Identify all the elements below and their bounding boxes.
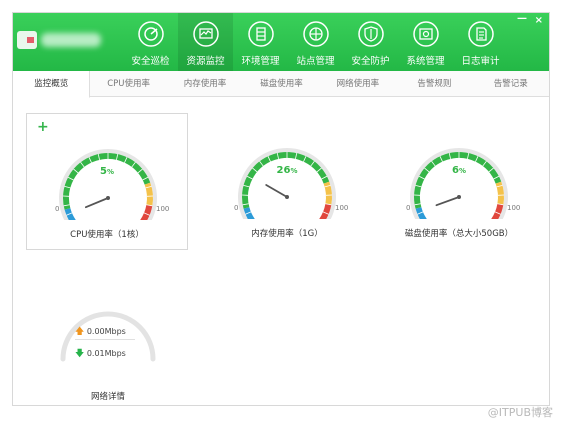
network-card[interactable]: 🡅 0.00Mbps 🡇 0.01Mbps 网络详情 xyxy=(53,291,163,402)
gauge-needle-hub xyxy=(106,196,110,200)
memory-gauge-title: 内存使用率（1G） xyxy=(251,229,323,239)
gauge-segment xyxy=(140,204,153,220)
cpu-gauge xyxy=(59,149,157,220)
nav-item-system[interactable]: 系统管理 xyxy=(398,13,453,71)
download-arrow-icon: 🡇 xyxy=(75,349,85,359)
close-button[interactable]: × xyxy=(535,15,543,26)
tab-alert-rules[interactable]: 告警规则 xyxy=(396,71,472,96)
gauge-number: 6 xyxy=(452,165,459,176)
tab-memory-usage[interactable]: 内存使用率 xyxy=(167,71,243,96)
gauge-segment xyxy=(319,203,332,219)
nav-label: 环境管理 xyxy=(241,56,280,67)
upload-arrow-icon: 🡅 xyxy=(75,327,85,337)
memory-gauge-card[interactable]: 26% 0 100 内存使用率（1G） xyxy=(206,113,368,250)
nav-item-environment[interactable]: 环境管理 xyxy=(233,13,288,71)
network-upload: 🡅 0.00Mbps xyxy=(75,324,126,340)
app-logo xyxy=(13,27,109,57)
app-window: 安全巡检 资源监控 环境管理 站点管理 安全防护 系统管理 日志审计 — × 监… xyxy=(12,12,550,406)
gauge-needle-hub xyxy=(457,195,461,199)
disk-gauge-title: 磁盘使用率（总大小50GB） xyxy=(404,229,514,239)
main-nav: 安全巡检 资源监控 环境管理 站点管理 安全防护 系统管理 日志审计 xyxy=(123,13,508,71)
gauge-unit: % xyxy=(290,167,298,175)
gauge-needle xyxy=(435,196,460,207)
system-icon xyxy=(412,21,439,47)
nav-label: 日志审计 xyxy=(461,56,500,67)
shield-icon xyxy=(357,21,384,47)
monitor-icon xyxy=(192,21,219,47)
top-toolbar: 安全巡检 资源监控 环境管理 站点管理 安全防护 系统管理 日志审计 — × xyxy=(13,13,549,71)
disk-gauge-value: 6% xyxy=(378,165,540,176)
minimize-button[interactable]: — xyxy=(517,13,527,24)
network-divider xyxy=(75,339,135,340)
gauge-min-label: 0 xyxy=(406,204,411,212)
environment-icon xyxy=(247,21,274,47)
watermark: @ITPUB博客 xyxy=(487,406,553,419)
nav-item-security-patrol[interactable]: 安全巡检 xyxy=(123,13,178,71)
tab-alert-records[interactable]: 告警记录 xyxy=(473,71,549,96)
gauge-min-label: 0 xyxy=(55,205,60,213)
cpu-gauge-title: CPU使用率（1核） xyxy=(70,230,144,240)
disk-gauge xyxy=(410,148,508,219)
gauge-number: 5 xyxy=(100,166,107,177)
gauge-max-label: 100 xyxy=(507,204,521,212)
tab-cpu-usage[interactable]: CPU使用率 xyxy=(90,71,166,96)
sub-tabs: 监控概览 CPU使用率 内存使用率 磁盘使用率 网络使用率 告警规则 告警记录 xyxy=(13,71,549,98)
logo-icon xyxy=(17,31,37,49)
memory-gauge xyxy=(238,148,336,219)
gauge-segment xyxy=(491,203,504,219)
nav-item-resource-monitor[interactable]: 资源监控 xyxy=(178,13,233,71)
gauge-number: 26 xyxy=(276,165,291,176)
gauge-outer-ring xyxy=(410,148,508,219)
gauge-needle-hub xyxy=(285,195,289,199)
disk-gauge-card[interactable]: 6% 0 100 磁盘使用率（总大小50GB） xyxy=(378,113,540,250)
logo-text-blurred xyxy=(41,33,101,47)
tab-overview[interactable]: 监控概览 xyxy=(13,71,91,98)
nav-item-site[interactable]: 站点管理 xyxy=(288,13,343,71)
gauge-outer-ring xyxy=(59,149,157,220)
site-icon xyxy=(302,21,329,47)
gauge-needle xyxy=(265,184,288,198)
gauge-needle xyxy=(84,197,109,209)
nav-label: 安全防护 xyxy=(351,56,390,67)
log-icon xyxy=(467,21,494,47)
cpu-gauge-value: 5% xyxy=(27,166,187,177)
memory-gauge-value: 26% xyxy=(206,165,368,176)
gauge-unit: % xyxy=(106,168,114,176)
tab-network-usage[interactable]: 网络使用率 xyxy=(320,71,396,96)
nav-label: 系统管理 xyxy=(406,56,445,67)
gauge-min-label: 0 xyxy=(234,204,239,212)
patrol-icon xyxy=(137,21,164,47)
network-download: 🡇 0.01Mbps xyxy=(75,346,126,362)
add-icon[interactable]: + xyxy=(37,120,49,134)
nav-item-log-audit[interactable]: 日志审计 xyxy=(453,13,508,71)
nav-label: 安全巡检 xyxy=(131,56,170,67)
nav-label: 资源监控 xyxy=(186,56,225,67)
nav-item-security-protection[interactable]: 安全防护 xyxy=(343,13,398,71)
gauge-max-label: 100 xyxy=(156,205,170,213)
nav-label: 站点管理 xyxy=(296,56,335,67)
network-title: 网络详情 xyxy=(90,392,125,402)
gauge-outer-ring xyxy=(238,148,336,219)
download-speed: 0.01Mbps xyxy=(86,349,126,358)
gauge-unit: % xyxy=(458,167,466,175)
tab-disk-usage[interactable]: 磁盘使用率 xyxy=(243,71,319,96)
gauge-max-label: 100 xyxy=(335,204,349,212)
upload-speed: 0.00Mbps xyxy=(86,327,126,336)
cpu-gauge-card[interactable]: + 5% 0 100 CPU使用率（1核） xyxy=(26,113,188,250)
